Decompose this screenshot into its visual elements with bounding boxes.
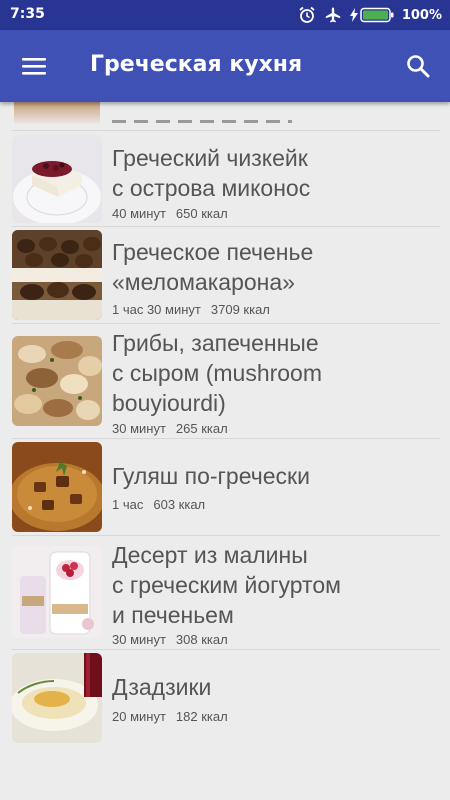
menu-button[interactable] — [16, 48, 52, 84]
recipe-time: 1 час 30 минут — [112, 302, 201, 317]
list-item[interactable]: Греческое печенье «меломакарона» 1 час 3… — [0, 227, 450, 323]
list-item[interactable]: Греческий чизкейк с острова миконос 40 м… — [0, 131, 450, 226]
recipe-time: 40 минут — [112, 206, 166, 221]
recipe-thumbnail — [12, 336, 102, 426]
recipe-title: Дзадзики — [112, 674, 212, 700]
recipe-kcal: 265 ккал — [175, 421, 228, 436]
recipe-title: Греческий чизкейк с острова миконос — [112, 145, 311, 201]
list-item[interactable]: Грибы, запеченные с сыром (mushroom bouy… — [0, 324, 450, 439]
hamburger-menu-icon — [22, 58, 46, 75]
battery-indicator — [349, 7, 394, 23]
status-time: 7:35 — [10, 6, 45, 22]
recipe-title: Грибы, запеченные с сыром (mushroom bouy… — [112, 330, 323, 416]
recipe-time: 30 минут — [112, 632, 166, 647]
recipe-kcal: 308 ккал — [175, 632, 228, 647]
list-item[interactable]: Гуляш по-гречески 1 час 603 ккал — [0, 439, 450, 535]
recipe-thumbnail — [12, 442, 102, 532]
recipe-thumbnail — [12, 653, 102, 743]
recipe-thumbnail — [12, 230, 102, 320]
list-item-partial[interactable] — [0, 102, 450, 130]
recipe-thumbnail — [12, 135, 102, 223]
search-icon — [407, 55, 430, 78]
list-item[interactable]: Дзадзики 20 минут 182 ккал — [0, 650, 450, 746]
recipe-meta: 1 час 30 минут 3709 ккал — [112, 302, 270, 317]
recipe-kcal: 182 ккал — [175, 709, 228, 724]
recipe-thumbnail — [12, 546, 102, 638]
recipe-kcal: 3709 ккал — [210, 302, 270, 317]
recipe-time: 1 час — [112, 497, 144, 512]
recipe-title: Гуляш по-гречески — [112, 463, 310, 489]
status-icons: 100% — [298, 5, 442, 25]
recipe-thumbnail — [14, 102, 100, 126]
recipe-title: Греческое печенье «меломакарона» — [112, 239, 314, 295]
recipe-time: 30 минут — [112, 421, 166, 436]
app-bar: Греческая кухня — [0, 30, 450, 102]
recipe-title: Десерт из малины с греческим йогуртом и … — [112, 542, 341, 628]
battery-icon — [360, 7, 394, 23]
airplane-mode-icon — [324, 6, 342, 24]
recipe-kcal: 650 ккал — [175, 206, 228, 221]
recipe-meta: 30 минут 308 ккал — [112, 632, 228, 647]
search-button[interactable] — [400, 48, 436, 84]
battery-percent: 100% — [401, 7, 442, 23]
charging-bolt-icon — [349, 8, 358, 22]
recipe-kcal: 603 ккал — [153, 497, 206, 512]
recipe-meta: 30 минут 265 ккал — [112, 421, 228, 436]
status-bar: 7:35 100% — [0, 0, 450, 30]
recipe-meta: 40 минут 650 ккал — [112, 206, 228, 221]
recipe-time: 20 минут — [112, 709, 166, 724]
recipe-list[interactable]: Греческий чизкейк с острова миконос 40 м… — [0, 102, 450, 800]
recipe-meta: 1 час 603 ккал — [112, 497, 205, 512]
list-item[interactable]: Десерт из малины с греческим йогуртом и … — [0, 536, 450, 649]
recipe-meta: 20 минут 182 ккал — [112, 709, 228, 724]
clipped-text — [112, 120, 292, 123]
page-title: Греческая кухня — [90, 52, 303, 77]
alarm-icon — [298, 6, 316, 24]
